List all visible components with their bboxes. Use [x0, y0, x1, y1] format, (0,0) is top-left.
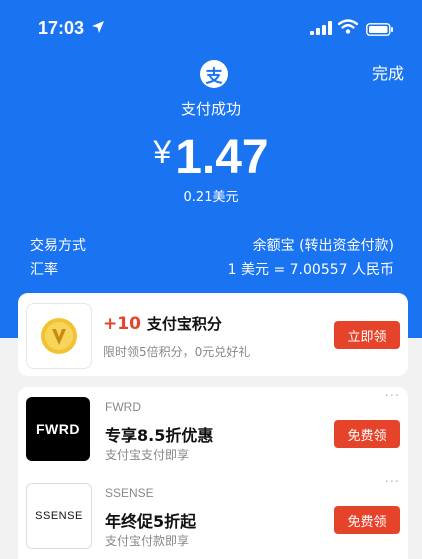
- more-options-icon[interactable]: ···: [385, 389, 400, 404]
- fwrd-logo: FWRD: [26, 397, 90, 461]
- points-card: +10 支付宝积分 限时领5倍积分，0元兑好礼 立即领: [18, 293, 408, 376]
- merchant-name: SSENSE: [105, 486, 154, 500]
- currency-symbol: ¥: [153, 134, 172, 170]
- points-coin-icon: [26, 303, 92, 369]
- payment-method-label: 交易方式: [30, 238, 86, 254]
- points-amount: +10: [103, 314, 141, 334]
- claim-fwrd-button[interactable]: 免费领: [334, 420, 400, 448]
- more-options-icon[interactable]: ···: [385, 475, 400, 490]
- battery-icon: [366, 21, 394, 40]
- points-title: +10 支付宝积分: [103, 313, 222, 334]
- alipay-logo-icon: 支: [200, 60, 228, 88]
- merchant-offer-title: 年终促5折起: [105, 512, 197, 531]
- usd-amount: 0.21美元: [183, 190, 239, 205]
- payment-status: 支付成功: [180, 100, 241, 118]
- merchant-offer-desc: 支付宝付款即享: [105, 534, 190, 548]
- merchant-name: FWRD: [105, 400, 141, 414]
- payment-amount: ¥1.47: [0, 130, 422, 185]
- exchange-rate-value: 1 美元 = 7.00557 人民币: [227, 262, 394, 278]
- status-bar: 17:03: [0, 0, 422, 56]
- status-time: 17:03: [38, 18, 85, 38]
- exchange-rate-label: 汇率: [30, 262, 58, 278]
- ssense-logo: SSENSE: [26, 483, 92, 549]
- merchant-offer-title: 专享8.5折优惠: [105, 426, 214, 445]
- cellular-signal-icon: [310, 20, 332, 39]
- points-label: 支付宝积分: [146, 315, 222, 333]
- wifi-icon: [337, 19, 359, 38]
- location-arrow-icon: [91, 19, 105, 38]
- exchange-rate-row: 汇率 1 美元 = 7.00557 人民币: [30, 259, 394, 279]
- merchant-offer-fwrd[interactable]: FWRD ··· FWRD 专享8.5折优惠 支付宝支付即享 免费领: [18, 387, 408, 473]
- claim-ssense-button[interactable]: 免费领: [334, 506, 400, 534]
- payment-method-value: 余额宝 (转出资金付款): [252, 238, 394, 254]
- done-button[interactable]: 完成: [372, 60, 404, 84]
- payment-method-row: 交易方式 余额宝 (转出资金付款): [30, 235, 394, 255]
- merchant-offer-ssense[interactable]: SSENSE ··· SSENSE 年终促5折起 支付宝付款即享 免费领: [18, 473, 408, 559]
- claim-points-button[interactable]: 立即领: [334, 321, 400, 349]
- points-subtitle: 限时领5倍积分，0元兑好礼: [103, 345, 251, 359]
- merchant-offer-desc: 支付宝支付即享: [105, 448, 190, 462]
- amount-value: 1.47: [175, 131, 269, 184]
- merchant-offers-card: FWRD ··· FWRD 专享8.5折优惠 支付宝支付即享 免费领 SSENS…: [18, 387, 408, 559]
